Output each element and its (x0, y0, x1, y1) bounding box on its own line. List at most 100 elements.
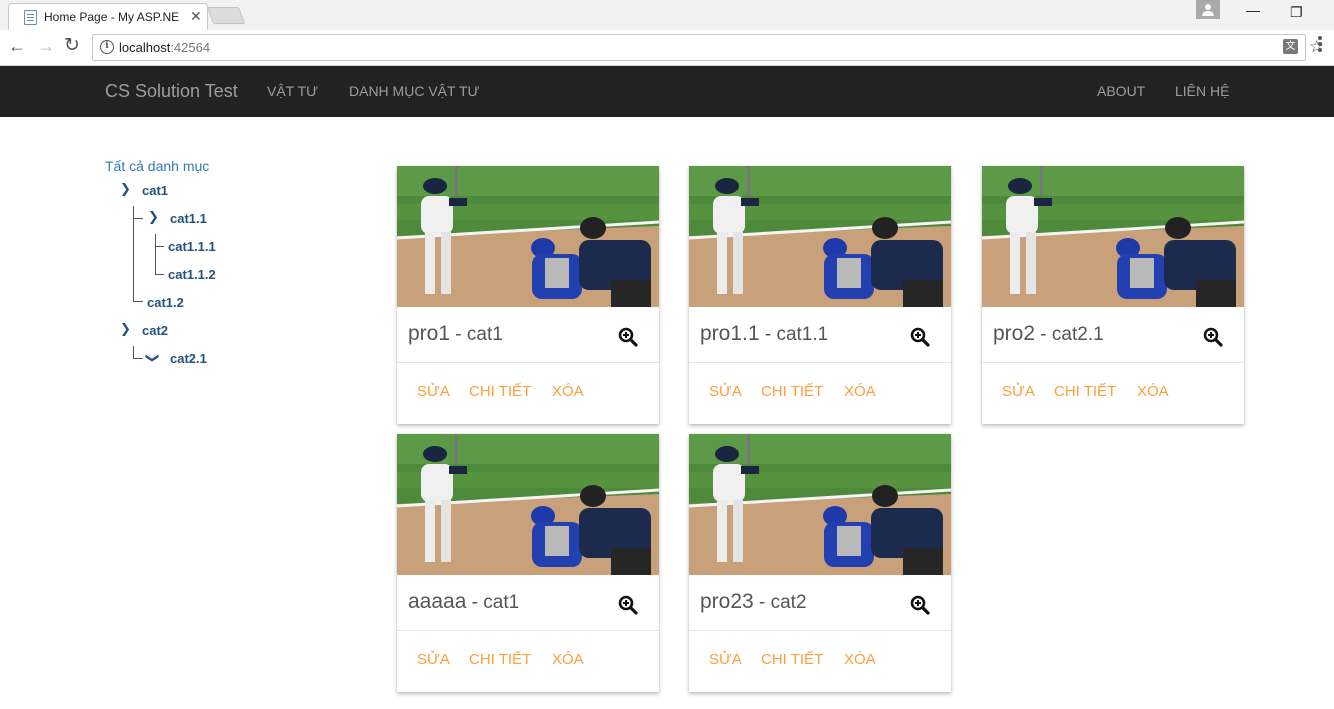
edit-button[interactable]: SỬA (417, 651, 450, 668)
title-separator: - (1035, 324, 1052, 345)
product-category: cat2.1 (1051, 324, 1104, 345)
delete-button[interactable]: XÓA (552, 383, 584, 400)
title-separator: - (759, 324, 777, 345)
product-category: cat1 (483, 592, 520, 613)
product-name: aaaaa (408, 590, 467, 613)
tree-item-cat2[interactable]: cat2 (142, 323, 168, 338)
product-name: pro1.1 (700, 322, 760, 345)
product-image (689, 434, 951, 575)
product-image (397, 166, 659, 307)
user-profile-icon[interactable] (1196, 0, 1220, 19)
tree-item-cat1-1[interactable]: cat1.1 (170, 211, 207, 226)
delete-button[interactable]: XÓA (552, 651, 584, 668)
chevron-right-icon[interactable]: ❯ (120, 321, 131, 337)
tree-connector (133, 346, 134, 358)
details-button[interactable]: CHI TIẾT (1054, 383, 1116, 400)
title-separator: - (450, 324, 467, 345)
nav-link-lien-he[interactable]: LIÊN HỆ (1175, 83, 1229, 99)
zoom-in-icon[interactable] (910, 327, 930, 347)
edit-button[interactable]: SỬA (709, 651, 742, 668)
tab-title: Home Page - My ASP.NE (44, 10, 180, 24)
chevron-right-icon[interactable]: ❯ (148, 209, 159, 225)
product-card: aaaaa - cat1 SỬA CHI TIẾT XÓA (397, 434, 659, 692)
chevron-right-icon[interactable]: ❯ (120, 181, 131, 197)
tree-connector (133, 206, 134, 301)
translate-icon[interactable]: 文 (1283, 39, 1298, 54)
tree-connector (133, 218, 143, 219)
card-divider (689, 362, 951, 363)
card-divider (397, 362, 659, 363)
forward-arrow-icon[interactable]: → (37, 36, 55, 56)
product-title: aaaaa - cat1 (408, 590, 519, 614)
tab-close-icon[interactable]: ✕ (190, 8, 202, 25)
nav-link-danh-muc-vat-tu[interactable]: DANH MỤC VẬT TƯ (349, 83, 479, 99)
tree-item-cat1-1-1[interactable]: cat1.1.1 (168, 239, 216, 254)
product-name: pro1 (408, 322, 451, 345)
details-button[interactable]: CHI TIẾT (469, 651, 531, 668)
product-name: pro23 (700, 590, 754, 613)
browser-menu-icon[interactable] (1318, 36, 1322, 54)
product-category: cat2 (770, 592, 807, 613)
tree-connector (155, 234, 156, 274)
product-title: pro1.1 - cat1.1 (700, 322, 828, 346)
tree-item-cat2-1[interactable]: cat2.1 (170, 351, 207, 366)
card-divider (982, 362, 1244, 363)
minimize-icon[interactable]: — (1246, 2, 1260, 18)
details-button[interactable]: CHI TIẾT (761, 651, 823, 668)
tree-connector (155, 246, 164, 247)
details-button[interactable]: CHI TIẾT (469, 383, 531, 400)
title-separator: - (466, 592, 484, 613)
zoom-in-icon[interactable] (910, 595, 930, 615)
edit-button[interactable]: SỬA (709, 383, 742, 400)
tree-connector (133, 358, 143, 359)
product-image (689, 166, 951, 307)
product-card: pro2 - cat2.1 SỬA CHI TIẾT XÓA (982, 166, 1244, 424)
product-title: pro2 - cat2.1 (993, 322, 1104, 346)
product-category: cat1 (466, 324, 503, 345)
product-card: pro23 - cat2 SỬA CHI TIẾT XÓA (689, 434, 951, 692)
delete-button[interactable]: XÓA (844, 651, 876, 668)
card-divider (397, 630, 659, 631)
zoom-in-icon[interactable] (618, 595, 638, 615)
details-button[interactable]: CHI TIẾT (761, 383, 823, 400)
chevron-down-icon[interactable]: ❯ (144, 353, 160, 364)
url-text[interactable]: localhost:42564 (119, 40, 210, 55)
product-title: pro23 - cat2 (700, 590, 807, 614)
browser-tabstrip: Home Page - My ASP.NE ✕ — ❐ (0, 0, 1334, 30)
tree-item-cat1-1-2[interactable]: cat1.1.2 (168, 267, 216, 282)
delete-button[interactable]: XÓA (844, 383, 876, 400)
nav-link-about[interactable]: ABOUT (1097, 83, 1145, 99)
site-navbar: CS Solution Test VẬT TƯ DANH MỤC VẬT TƯ … (0, 66, 1334, 117)
nav-link-vat-tu[interactable]: VẬT TƯ (267, 83, 318, 99)
tree-connector (155, 274, 164, 275)
product-image (982, 166, 1244, 307)
reload-icon[interactable]: ↻ (64, 36, 80, 56)
product-name: pro2 (993, 322, 1036, 345)
browser-tab[interactable]: Home Page - My ASP.NE ✕ (8, 3, 208, 30)
edit-button[interactable]: SỬA (1002, 383, 1035, 400)
restore-icon[interactable]: ❐ (1290, 4, 1303, 21)
tree-item-cat1[interactable]: cat1 (142, 183, 168, 198)
edit-button[interactable]: SỬA (417, 383, 450, 400)
tree-item-cat1-2[interactable]: cat1.2 (147, 295, 184, 310)
page-favicon-icon (24, 10, 37, 25)
brand-link[interactable]: CS Solution Test (105, 81, 238, 102)
delete-button[interactable]: XÓA (1137, 383, 1169, 400)
tree-connector (133, 301, 143, 302)
product-card: pro1 - cat1 SỬA CHI TIẾT XÓA (397, 166, 659, 424)
product-image (397, 434, 659, 575)
product-card: pro1.1 - cat1.1 SỬA CHI TIẾT XÓA (689, 166, 951, 424)
zoom-in-icon[interactable] (618, 327, 638, 347)
back-arrow-icon[interactable]: ← (8, 36, 26, 56)
browser-toolbar: ← → ↻ i localhost:42564 文 ☆ (0, 30, 1334, 66)
site-info-icon[interactable]: i (100, 40, 114, 54)
product-category: cat1.1 (776, 324, 829, 345)
address-bar[interactable]: i localhost:42564 文 ☆ (92, 34, 1324, 61)
title-separator: - (753, 592, 771, 613)
category-tree: Tất cả danh mục ❯ cat1 ❯ cat1.1 cat1.1.1… (0, 117, 360, 417)
tree-root-all-categories[interactable]: Tất cả danh mục (105, 158, 209, 174)
card-divider (689, 630, 951, 631)
product-title: pro1 - cat1 (408, 322, 503, 346)
new-tab-button[interactable] (206, 7, 246, 24)
zoom-in-icon[interactable] (1203, 327, 1223, 347)
